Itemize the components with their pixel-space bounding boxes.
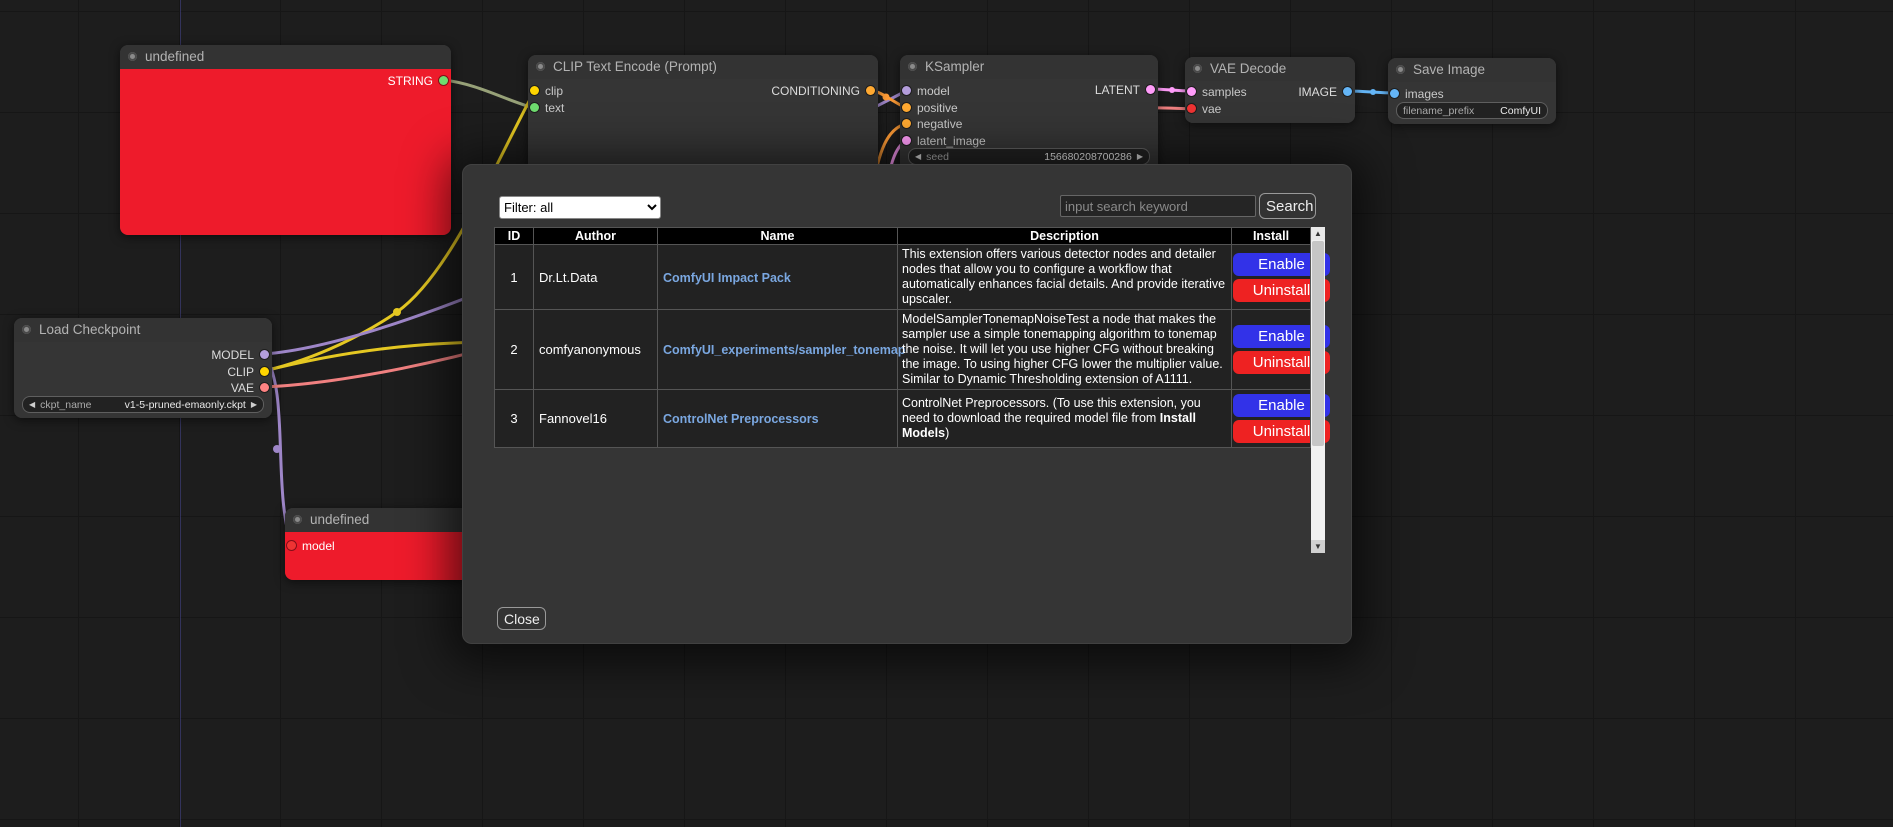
scrollbar-thumb[interactable]	[1312, 241, 1324, 446]
extension-link[interactable]: ControlNet Preprocessors	[663, 412, 819, 426]
output-slot-model[interactable]	[260, 350, 269, 359]
extension-install-cell: EnableUninstall	[1232, 245, 1311, 310]
extension-id: 2	[495, 310, 534, 390]
ckpt-name-widget[interactable]: ◀ ckpt_name v1-5-pruned-emaonly.ckpt ▶	[22, 396, 264, 413]
output-slot-image[interactable]	[1343, 87, 1352, 96]
output-slot-string[interactable]	[439, 76, 448, 85]
input-slot-text[interactable]	[530, 103, 539, 112]
link-midpoint-dot	[273, 445, 281, 453]
link-midpoint-dot	[1370, 89, 1376, 95]
input-slot-images[interactable]	[1390, 89, 1399, 98]
node-title: CLIP Text Encode (Prompt)	[553, 59, 717, 74]
table-scrollbar[interactable]: ▲ ▼	[1311, 227, 1325, 553]
extension-install-cell: EnableUninstall	[1232, 390, 1311, 448]
node-collapse-dot[interactable]	[293, 515, 302, 524]
search-button[interactable]: Search	[1259, 193, 1316, 219]
manager-dialog: Filter: all Search IDAuthorNameDescripti…	[462, 164, 1352, 644]
input-slot-latent-image[interactable]	[902, 136, 911, 145]
column-header: Author	[534, 228, 658, 245]
output-slot-vae[interactable]	[260, 383, 269, 392]
extension-id: 1	[495, 245, 534, 310]
extension-id: 3	[495, 390, 534, 448]
extension-row: 1Dr.Lt.Data ComfyUI Impact Pack This exten…	[495, 245, 1311, 310]
extension-table: IDAuthorNameDescriptionInstall 1Dr.Lt.Da…	[494, 227, 1311, 448]
extension-author: Fannovel16	[534, 390, 658, 448]
extension-description: This extension offers various detector n…	[898, 245, 1232, 310]
search-input[interactable]	[1060, 195, 1256, 217]
node-collapse-dot[interactable]	[908, 62, 917, 71]
node-title: undefined	[310, 512, 369, 527]
node-vae-decode[interactable]: VAE Decode samples vae IMAGE	[1185, 57, 1355, 123]
extension-table-area: IDAuthorNameDescriptionInstall 1Dr.Lt.Da…	[494, 227, 1325, 553]
link-midpoint-dot	[1169, 87, 1175, 93]
seed-widget[interactable]: ◀ seed 156680208700286 ▶	[908, 148, 1150, 165]
widget-label: filename_prefix	[1403, 105, 1474, 117]
extension-description: ControlNet Preprocessors. (To use this e…	[898, 390, 1232, 448]
extension-table-head-row: IDAuthorNameDescriptionInstall	[495, 228, 1311, 245]
node-undefined-bottom[interactable]: undefined model	[285, 508, 470, 580]
output-slot-conditioning[interactable]	[866, 86, 875, 95]
input-slot-positive[interactable]	[902, 103, 911, 112]
close-button[interactable]: Close	[497, 607, 546, 630]
extension-link[interactable]: ComfyUI_experiments/sampler_tonemap	[663, 343, 905, 357]
column-header: Install	[1232, 228, 1311, 245]
link-midpoint-dot	[883, 94, 890, 101]
node-collapse-dot[interactable]	[1396, 65, 1405, 74]
node-undefined-top[interactable]: undefined STRING	[120, 45, 451, 235]
scroll-down-icon[interactable]: ▼	[1311, 540, 1325, 553]
input-slot-model[interactable]	[287, 541, 296, 550]
input-slot-model[interactable]	[902, 86, 911, 95]
extension-install-cell: EnableUninstall	[1232, 310, 1311, 390]
node-title: VAE Decode	[1210, 61, 1286, 76]
input-slot-negative[interactable]	[902, 119, 911, 128]
scroll-up-icon[interactable]: ▲	[1311, 227, 1325, 240]
filename-prefix-widget[interactable]: filename_prefix ComfyUI	[1396, 102, 1548, 119]
comfyui-canvas[interactable]: undefined STRING CLIP Text Encode (Promp…	[0, 0, 1893, 827]
extension-row: 2comfyanonymousComfyUI_experiments/sampl…	[495, 310, 1311, 390]
next-arrow-icon[interactable]: ▶	[1137, 149, 1143, 164]
extension-name: ControlNet Preprocessors	[658, 390, 898, 448]
input-slot-clip[interactable]	[530, 86, 539, 95]
extension-name: ComfyUI_experiments/sampler_tonemap	[658, 310, 898, 390]
extension-author: Dr.Lt.Data	[534, 245, 658, 310]
filter-select[interactable]: Filter: all	[499, 196, 661, 219]
node-load-checkpoint[interactable]: Load Checkpoint MODEL CLIP VAE ◀ ckpt_na…	[14, 318, 272, 418]
column-header: ID	[495, 228, 534, 245]
node-title: undefined	[145, 49, 204, 64]
link-midpoint-dot	[393, 308, 401, 316]
extension-table-body: 1Dr.Lt.Data ComfyUI Impact Pack This exten…	[495, 245, 1311, 448]
node-collapse-dot[interactable]	[536, 62, 545, 71]
input-slot-vae[interactable]	[1187, 104, 1196, 113]
extension-row: 3Fannovel16 ControlNet Preprocessors Contr…	[495, 390, 1311, 448]
node-collapse-dot[interactable]	[1193, 64, 1202, 73]
widget-value: ComfyUI	[1500, 105, 1541, 117]
output-slot-clip[interactable]	[260, 367, 269, 376]
prev-arrow-icon[interactable]: ◀	[915, 149, 921, 164]
output-slot-latent[interactable]	[1146, 85, 1155, 94]
widget-label: ckpt_name	[40, 399, 91, 411]
wire-string-to-text	[444, 80, 534, 108]
node-title: Save Image	[1413, 62, 1485, 77]
extension-name: ComfyUI Impact Pack	[658, 245, 898, 310]
node-title: KSampler	[925, 59, 984, 74]
node-title: Load Checkpoint	[39, 322, 140, 337]
widget-value: 156680208700286	[1044, 151, 1132, 163]
node-save-image[interactable]: Save Image images filename_prefix ComfyU…	[1388, 58, 1556, 124]
next-arrow-icon[interactable]: ▶	[251, 397, 257, 412]
node-collapse-dot[interactable]	[128, 52, 137, 61]
prev-arrow-icon[interactable]: ◀	[29, 397, 35, 412]
extension-link[interactable]: ComfyUI Impact Pack	[663, 271, 791, 285]
error-node-body	[120, 69, 451, 235]
node-collapse-dot[interactable]	[22, 325, 31, 334]
column-header: Description	[898, 228, 1232, 245]
input-slot-samples[interactable]	[1187, 87, 1196, 96]
column-header: Name	[658, 228, 898, 245]
widget-value: v1-5-pruned-emaonly.ckpt	[125, 399, 246, 411]
extension-description: ModelSamplerTonemapNoiseTest a node that…	[898, 310, 1232, 390]
widget-label: seed	[926, 151, 949, 163]
extension-author: comfyanonymous	[534, 310, 658, 390]
